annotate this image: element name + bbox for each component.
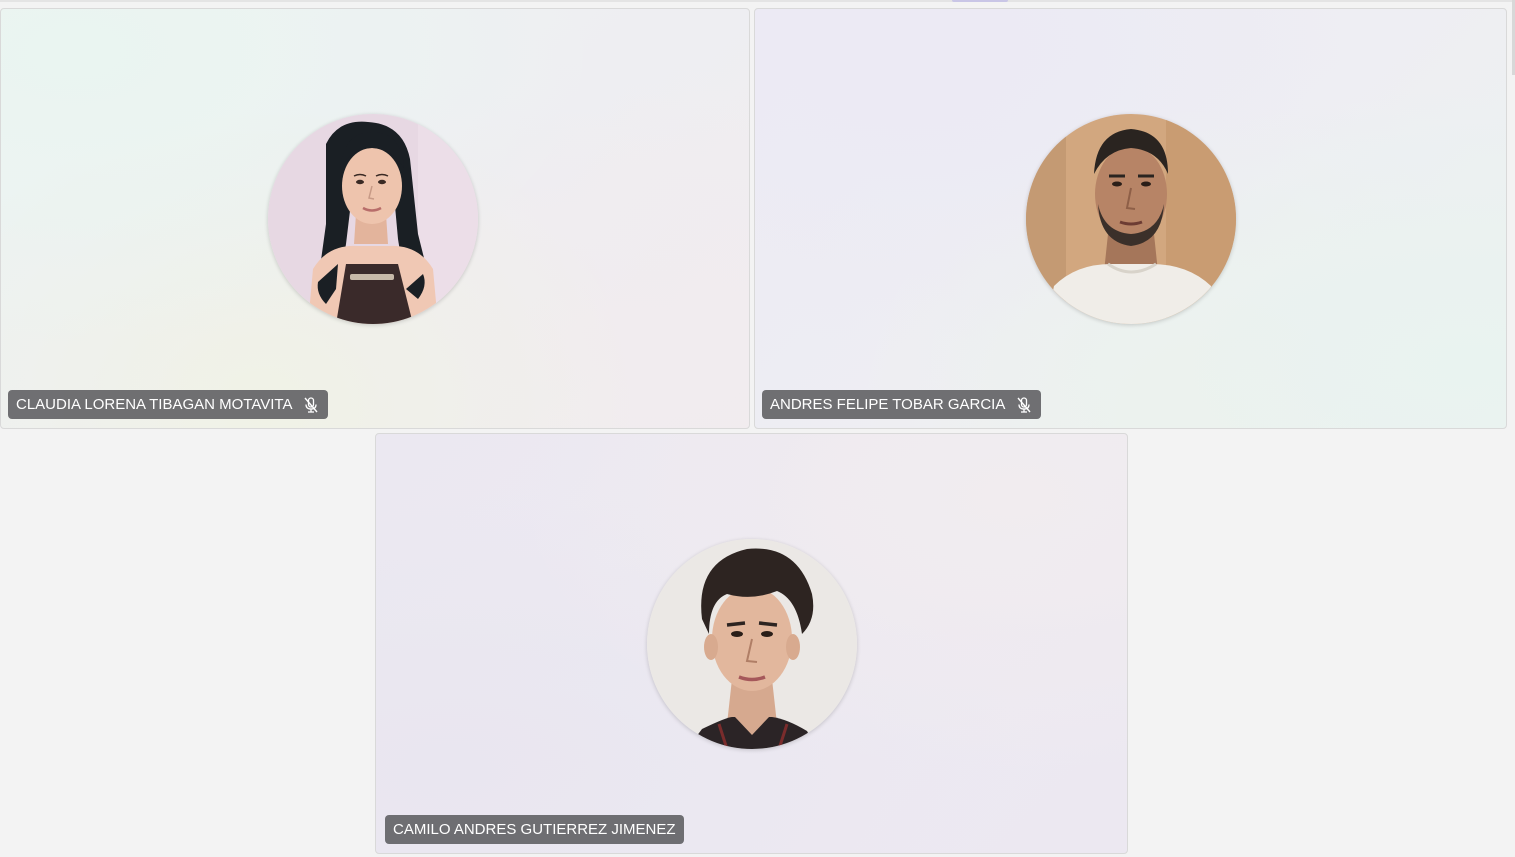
participant-name-badge: CAMILO ANDRES GUTIERREZ JIMENEZ <box>385 815 684 844</box>
mic-off-icon <box>302 396 320 414</box>
participant-avatar <box>1026 114 1236 324</box>
mic-off-icon <box>1015 396 1033 414</box>
meeting-gallery-view: CLAUDIA LORENA TIBAGAN MOTAVITA ANDRES F… <box>0 0 1515 857</box>
participant-tile[interactable]: ANDRES FELIPE TOBAR GARCIA <box>754 8 1507 429</box>
participant-name-badge: ANDRES FELIPE TOBAR GARCIA <box>762 390 1042 419</box>
active-tab-indicator <box>952 0 1008 2</box>
participant-name: ANDRES FELIPE TOBAR GARCIA <box>770 396 1006 413</box>
participant-photo-icon <box>1026 114 1236 324</box>
participant-name: CLAUDIA LORENA TIBAGAN MOTAVITA <box>16 396 293 413</box>
participant-name: CAMILO ANDRES GUTIERREZ JIMENEZ <box>393 821 676 838</box>
top-divider <box>0 0 1512 2</box>
participant-avatar <box>647 539 857 749</box>
participant-avatar <box>268 114 478 324</box>
participant-name-badge: CLAUDIA LORENA TIBAGAN MOTAVITA <box>8 390 329 419</box>
participant-tile[interactable]: CLAUDIA LORENA TIBAGAN MOTAVITA <box>0 8 750 429</box>
participant-photo-icon <box>268 114 478 324</box>
participant-photo-icon <box>647 539 857 749</box>
participant-tile[interactable]: CAMILO ANDRES GUTIERREZ JIMENEZ <box>375 433 1128 854</box>
